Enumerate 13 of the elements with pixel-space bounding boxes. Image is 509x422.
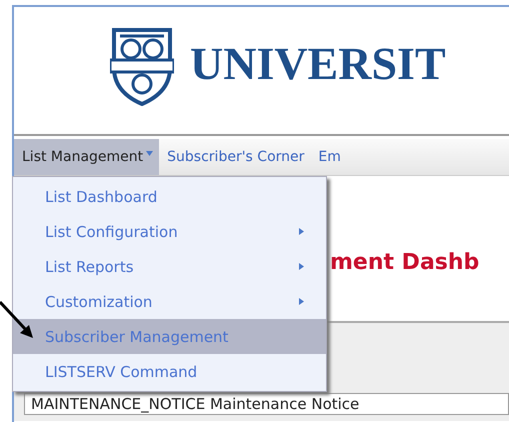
list-field[interactable]: MAINTENANCE_NOTICE Maintenance Notice [24,393,509,415]
menu-item[interactable]: List Reports [13,249,326,284]
annotation-arrow [0,300,34,340]
menu-item[interactable]: List Dashboard [13,179,326,214]
university-title: UNIVERSIT [190,37,446,90]
page-heading: ment Dashb [330,250,480,275]
menu-item[interactable]: Customization [13,284,326,319]
nav-tab[interactable]: List Management [14,139,160,175]
nav-tab[interactable]: Subscriber's Corner [159,139,310,175]
menu-item[interactable]: Subscriber Management [13,319,326,354]
menu-item[interactable]: LISTSERV Command [13,354,326,389]
nav-tab[interactable]: Em [310,139,347,175]
menu-item[interactable]: List Configuration [13,214,326,249]
